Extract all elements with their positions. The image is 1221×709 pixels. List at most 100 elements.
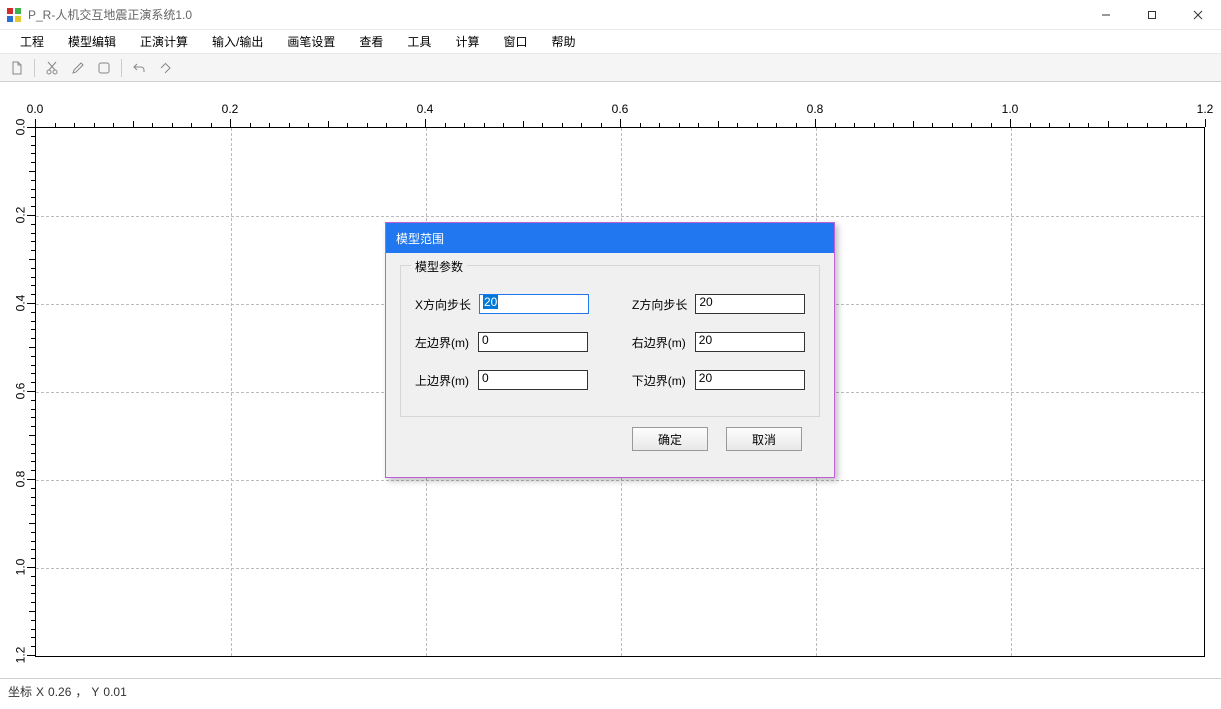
menu-window[interactable]: 窗口 [491,30,539,53]
x-tick-minor [659,123,660,127]
x-tick-minor [640,123,641,127]
y-tick-minor [31,444,35,445]
y-tick-major [27,391,35,392]
maximize-button[interactable] [1129,0,1175,30]
new-doc-icon[interactable] [6,57,28,79]
x-tick-minor [581,123,582,127]
z-step-input[interactable]: 20 [695,294,805,314]
y-tick-minor [31,277,35,278]
y-tick-minor [31,162,35,163]
y-tick-minor [31,505,35,506]
cut-icon[interactable] [41,57,63,79]
ok-button[interactable]: 确定 [632,427,708,451]
y-tick-minor [31,197,35,198]
y-tick-label: 0.8 [13,471,27,488]
gridline [36,480,1204,481]
bottom-boundary-input[interactable]: 20 [695,370,805,390]
status-x-value: 0.26 [48,685,71,699]
menu-model-edit[interactable]: 模型编辑 [56,30,128,53]
x-tick-minor [94,123,95,127]
x-tick-minor [113,123,114,127]
y-tick-minor [31,250,35,251]
y-tick-minor [31,285,35,286]
y-tick-minor [31,470,35,471]
x-tick-minor [386,123,387,127]
x-tick-minor [952,123,953,127]
groupbox-title: 模型参数 [411,258,467,275]
y-tick-minor [31,576,35,577]
x-tick-minor [737,123,738,127]
model-params-group: 模型参数 X方向步长 20 Z方向步长 20 左边界(m) 0 右边界(m) 2… [400,265,820,417]
x-tick-minor [328,121,329,127]
y-tick-minor [29,523,35,524]
y-tick-minor [31,593,35,594]
x-tick-minor [1108,121,1109,127]
menu-tools[interactable]: 工具 [395,30,443,53]
x-tick-minor [854,123,855,127]
circle-icon[interactable] [93,57,115,79]
y-tick-minor [31,180,35,181]
x-tick-minor [503,123,504,127]
dialog-body: 模型参数 X方向步长 20 Z方向步长 20 左边界(m) 0 右边界(m) 2… [386,253,834,459]
plot-area[interactable]: 0.0 0.2 0.4 0.6 0.8 1.0 1.2 0.0 0.2 0.4 … [0,82,1221,678]
x-tick-minor [1049,123,1050,127]
y-tick-minor [29,435,35,436]
x-tick-minor [932,123,933,127]
y-tick-minor [31,382,35,383]
x-tick-minor [269,123,270,127]
y-tick-minor [31,153,35,154]
y-tick-minor [31,602,35,603]
menu-forward-calc[interactable]: 正演计算 [128,30,200,53]
x-tick-major [230,119,231,127]
y-tick-minor [31,373,35,374]
y-tick-major [27,479,35,480]
menu-project[interactable]: 工程 [8,30,56,53]
y-tick-label: 0.6 [13,383,27,400]
x-tick-minor [893,123,894,127]
status-sep: ， [75,683,87,700]
x-tick-minor [55,123,56,127]
x-tick-minor [971,123,972,127]
x-tick-minor [776,123,777,127]
redo-brush-icon[interactable] [154,57,176,79]
x-tick-minor [484,123,485,127]
x-tick-label: 0.2 [222,102,239,116]
y-tick-minor [31,497,35,498]
y-tick-minor [31,233,35,234]
y-tick-minor [31,637,35,638]
right-boundary-input[interactable]: 20 [695,332,805,352]
y-tick-major [27,567,35,568]
x-tick-minor [133,121,134,127]
cancel-button[interactable]: 取消 [726,427,802,451]
pencil-icon[interactable] [67,57,89,79]
close-button[interactable] [1175,0,1221,30]
minimize-button[interactable] [1083,0,1129,30]
y-tick-minor [31,646,35,647]
menu-io[interactable]: 输入/输出 [200,30,275,53]
y-tick-minor [31,417,35,418]
x-tick-minor [152,123,153,127]
y-tick-minor [31,206,35,207]
menu-help[interactable]: 帮助 [539,30,587,53]
undo-icon[interactable] [128,57,150,79]
x-tick-minor [1088,123,1089,127]
y-tick-major [27,127,35,128]
x-tick-minor [347,123,348,127]
y-tick-minor [29,347,35,348]
left-boundary-input[interactable]: 0 [478,332,588,352]
x-tick-minor [542,123,543,127]
y-tick-minor [31,426,35,427]
dialog-titlebar[interactable]: 模型范围 [386,223,834,253]
window-controls [1083,0,1221,29]
menu-view[interactable]: 查看 [347,30,395,53]
y-tick-minor [31,365,35,366]
y-tick-label: 0.2 [13,207,27,224]
menu-pen-settings[interactable]: 画笔设置 [275,30,347,53]
y-tick-minor [31,338,35,339]
top-boundary-input[interactable]: 0 [478,370,588,390]
x-step-input[interactable]: 20 [479,294,589,314]
y-tick-minor [31,329,35,330]
menu-calc[interactable]: 计算 [443,30,491,53]
x-tick-minor [211,123,212,127]
app-icon [6,7,22,23]
